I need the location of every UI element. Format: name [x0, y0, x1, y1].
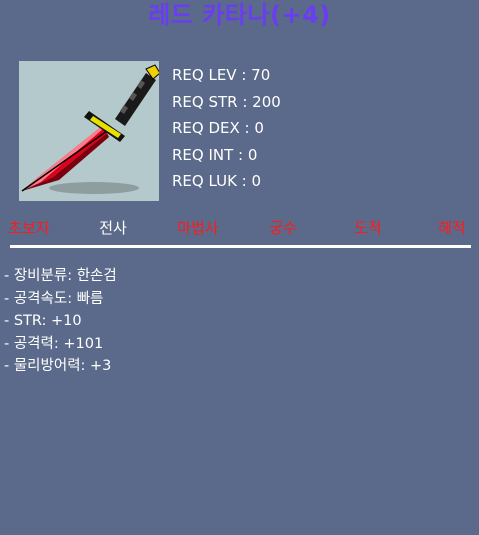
req-luk: REQ LUK : 0 [172, 172, 262, 190]
stat-category: - 장비분류: 한손검 [4, 268, 117, 284]
job-pirate: 해적 [438, 219, 466, 237]
red-katana-icon [21, 64, 159, 194]
item-icon-frame [19, 61, 159, 201]
job-warrior: 전사 [99, 219, 127, 237]
job-row: 초보자 전사 마법사 궁수 도적 해적 [0, 215, 479, 241]
job-thief: 도적 [354, 219, 382, 237]
stat-attack-speed: - 공격속도: 빠름 [4, 290, 104, 307]
job-bowman: 궁수 [269, 219, 297, 237]
item-title: 레드 카타나(+4) [148, 1, 331, 29]
stat-attack: - 공격력: +101 [4, 335, 104, 352]
req-int: REQ INT : 0 [172, 145, 258, 164]
requirements-list: REQ LEV : 70 REQ STR : 200 REQ DEX : 0 R… [172, 62, 281, 195]
stats-list: - 장비분류: 한손검 - 공격속도: 빠름 - STR: +10 - 공격력:… [4, 265, 117, 378]
stat-str: - STR: +10 [4, 313, 82, 329]
req-str: REQ STR : 200 [172, 92, 281, 111]
divider [10, 245, 471, 248]
stat-defense: - 물리방어력: +3 [4, 358, 112, 374]
req-dex: REQ DEX : 0 [172, 119, 264, 137]
job-magician: 마법사 [177, 219, 219, 237]
job-beginner: 초보자 [8, 219, 50, 237]
req-level: REQ LEV : 70 [172, 66, 271, 84]
